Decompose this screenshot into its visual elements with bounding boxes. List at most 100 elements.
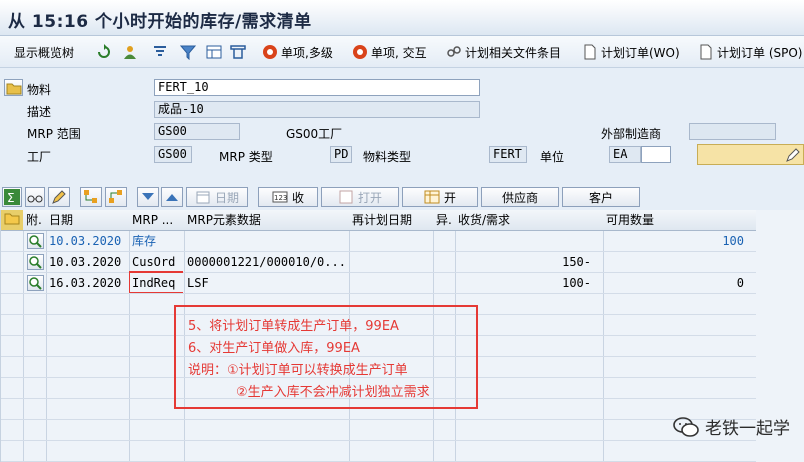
expand-tree-button[interactable] (80, 187, 102, 207)
glasses-icon (27, 189, 43, 205)
counter-icon: 123 (272, 189, 288, 205)
header-toggle-button[interactable] (4, 79, 23, 96)
watermark-text: 老铁一起学 (705, 419, 790, 439)
customer-button[interactable]: 客户 (562, 187, 640, 207)
settings-button[interactable] (230, 42, 246, 62)
table-row[interactable]: 10.03.2020 CusOrd 0000001221/000010/0...… (1, 252, 757, 273)
calendar-icon (195, 189, 211, 205)
window-title-bar: 从 15:16 个小时开始的库存/需求清单 (0, 0, 804, 36)
receipt-button[interactable]: 123 收 (258, 187, 318, 207)
date-button-label: 日期 (214, 190, 239, 205)
edit-button[interactable] (48, 187, 70, 207)
select-all-button[interactable] (1, 210, 23, 231)
link-icon (446, 44, 462, 60)
sort-button[interactable] (152, 42, 168, 62)
refresh-icon (96, 44, 112, 60)
svg-text:123: 123 (274, 194, 287, 202)
details-icon[interactable] (27, 254, 44, 270)
filter-button[interactable] (180, 42, 196, 62)
open2-button[interactable]: 开 (402, 187, 478, 207)
collapse-tree-button[interactable] (105, 187, 127, 207)
user-settings-button[interactable] (122, 42, 138, 62)
users-icon (122, 44, 138, 60)
mrp-area-plant-text: GS00工厂 (286, 127, 343, 141)
document-icon (698, 44, 714, 60)
layout-button[interactable] (206, 42, 222, 62)
open-icon (338, 189, 354, 205)
description-label: 描述 (27, 105, 52, 119)
col-date[interactable]: 日期 (46, 210, 129, 231)
mrp-type-label: MRP 类型 (219, 150, 273, 164)
col-reschedule-date[interactable]: 再计划日期 (349, 210, 433, 231)
col-receipt-req[interactable]: 收货/需求 (455, 210, 603, 231)
target-icon (352, 44, 368, 60)
annotation-box: 5、将计划订单转成生产订单，99EA 6、对生产订单做入库，99EA 说明：①计… (174, 305, 478, 409)
chevron-down-icon (140, 189, 156, 205)
material-type-label: 物料类型 (363, 150, 412, 164)
material-field[interactable]: FERT_10 (154, 79, 480, 96)
cell-mrp-element-data: LSF (187, 276, 209, 290)
cell-mrp-element: 库存 (132, 234, 157, 248)
grid-icon (424, 189, 440, 205)
scroll-down-button[interactable] (137, 187, 159, 207)
col-attach[interactable]: 附. (23, 210, 46, 231)
window-title: 从 15:16 个小时开始的库存/需求清单 (8, 12, 312, 32)
mrp-type-field: PD (330, 146, 352, 163)
open2-button-label: 开 (443, 190, 456, 205)
planning-file-button[interactable]: 计划相关文件条目 (446, 42, 561, 62)
detail-panel-button[interactable] (697, 144, 804, 165)
sort-icon (152, 44, 168, 60)
planning-file-label: 计划相关文件条目 (465, 45, 562, 60)
cell-available-qty: 100 (722, 234, 744, 248)
cell-receipt-req: 150- (562, 255, 591, 269)
ext-procurement-field (689, 123, 776, 140)
material-label: 物料 (27, 83, 52, 97)
chevron-up-icon (164, 189, 180, 205)
single-item-multilevel-button[interactable]: 单项,多级 (262, 42, 333, 62)
details-icon[interactable] (27, 233, 44, 249)
ext-procurement-label: 外部制造商 (601, 127, 662, 141)
planned-order-wo-button[interactable]: 计划订单(WO) (582, 42, 680, 62)
receipt-button-label: 收 (291, 190, 304, 205)
vendor-button-label: 供应商 (501, 190, 538, 205)
planned-order-spo-label: 计划订单 (SPO) (717, 45, 803, 60)
sum-button[interactable]: Σ (2, 187, 22, 207)
cell-mrp-element-data (184, 231, 349, 252)
annotation-line-3: 说明：①计划订单可以转换成生产订单 (188, 363, 408, 378)
document-icon (582, 44, 598, 60)
date-button[interactable]: 日期 (186, 187, 248, 207)
table-row[interactable]: 10.03.2020 库存 100 (1, 231, 757, 252)
table-row[interactable]: 16.03.2020 IndReq LSF 100- 0 (1, 273, 757, 294)
svg-text:Σ: Σ (7, 191, 15, 205)
glasses-button[interactable] (25, 187, 45, 207)
layout-icon (206, 44, 222, 60)
overview-tree-button[interactable]: 显示概览树 (14, 42, 74, 62)
cell-receipt-req: 100- (562, 276, 591, 290)
watermark: 老铁一起学 (673, 414, 790, 439)
sum-icon: Σ (4, 189, 20, 205)
details-icon[interactable] (27, 275, 44, 291)
description-field: 成品-10 (154, 101, 480, 118)
tree-collapse-icon (108, 189, 124, 205)
refresh-button[interactable] (96, 42, 112, 62)
cell-mrp-element-data: 0000001221/000010/0... (187, 255, 346, 269)
col-mrp-element-data[interactable]: MRP元素数据 (184, 210, 349, 231)
single-item-interactive-button[interactable]: 单项, 交互 (352, 42, 427, 62)
wechat-icon (673, 416, 699, 438)
open-button[interactable]: 打开 (321, 187, 399, 207)
mrp-area-field: GS00 (154, 123, 240, 140)
cell-mrp-element: CusOrd (132, 255, 176, 269)
header-section: 物料 FERT_10 描述 成品-10 MRP 范围 GS00 GS00工厂 外… (0, 70, 804, 182)
unit-extra-field[interactable] (641, 146, 671, 163)
planned-order-spo-button[interactable]: 计划订单 (SPO) (698, 42, 802, 62)
empty-row (1, 441, 757, 462)
scroll-up-button[interactable] (161, 187, 183, 207)
single-item-interactive-label: 单项, 交互 (371, 45, 427, 60)
vendor-button[interactable]: 供应商 (481, 187, 559, 207)
col-available-qty[interactable]: 可用数量 (603, 210, 756, 231)
target-icon (262, 44, 278, 60)
col-exception[interactable]: 异. (433, 210, 455, 231)
col-mrp-element[interactable]: MRP ... (129, 210, 184, 231)
cell-date: 16.03.2020 (49, 276, 122, 290)
open-button-label: 打开 (357, 190, 382, 205)
